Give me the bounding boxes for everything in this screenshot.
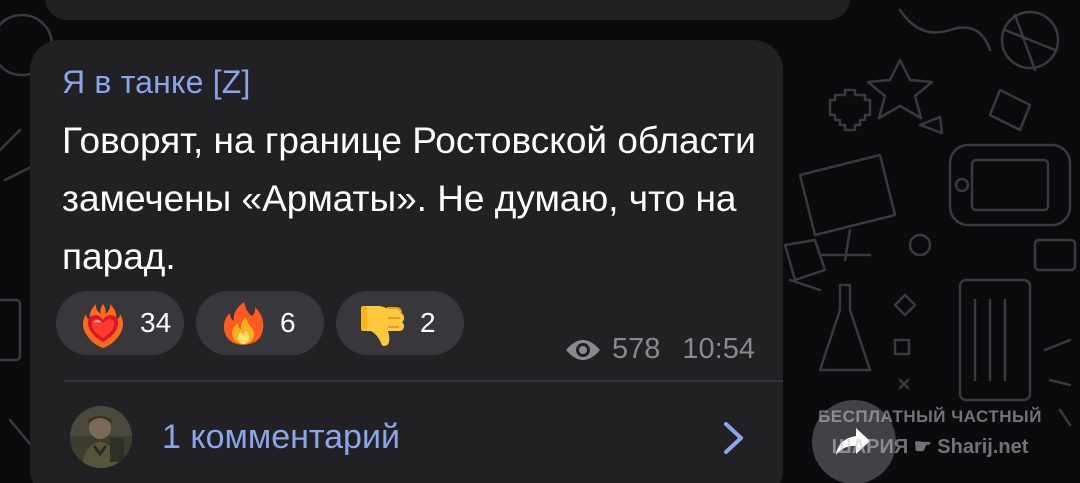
reaction-thumbs-down[interactable]: 2: [336, 291, 464, 355]
reactions-bar: 34 6 2: [56, 291, 464, 355]
watermark: БЕСПЛАТНЫЙ ЧАСТНЫЙ ШАРИЯ ☛ Sharij.net: [800, 402, 1060, 462]
heart-on-fire-icon: [83, 304, 123, 348]
reaction-count: 34: [140, 307, 172, 338]
views-count: 578: [612, 333, 661, 365]
channel-post-bubble: Я в танке [Z] Говорят, на границе Ростов…: [30, 40, 783, 483]
thumbs-down-icon: [361, 306, 404, 346]
comments-divider: [64, 380, 783, 382]
chat-background: Я в танке [Z] Говорят, на границе Ростов…: [0, 0, 1080, 483]
watermark-line2-left: ШАРИЯ: [831, 436, 909, 458]
message-text: Говорят, на границе Ростовской области з…: [62, 120, 756, 277]
reaction-count: 2: [420, 307, 436, 338]
reaction-fire[interactable]: 6: [196, 291, 324, 355]
message-meta: 578 10:54: [564, 333, 755, 366]
watermark-line1: БЕСПЛАТНЫЙ ЧАСТНЫЙ: [818, 407, 1042, 426]
message-time: 10:54: [682, 333, 755, 365]
commenter-avatar: [70, 406, 132, 468]
chevron-right-icon: [724, 422, 743, 454]
sender-name[interactable]: Я в танке [Z]: [62, 64, 251, 101]
eye-icon: [566, 339, 601, 360]
fire-icon: [223, 302, 264, 345]
previous-message-bubble: [45, 0, 850, 20]
reaction-count: 6: [280, 307, 296, 338]
pointing-hand-icon: ☛: [913, 436, 932, 458]
reaction-heart-on-fire[interactable]: 34: [56, 291, 184, 355]
comments-button[interactable]: 1 комментарий: [66, 400, 766, 480]
comments-count-label: 1 комментарий: [162, 418, 400, 456]
watermark-line2: ШАРИЯ ☛ Sharij.net: [800, 432, 1060, 462]
watermark-line2-right: Sharij.net: [937, 436, 1029, 458]
